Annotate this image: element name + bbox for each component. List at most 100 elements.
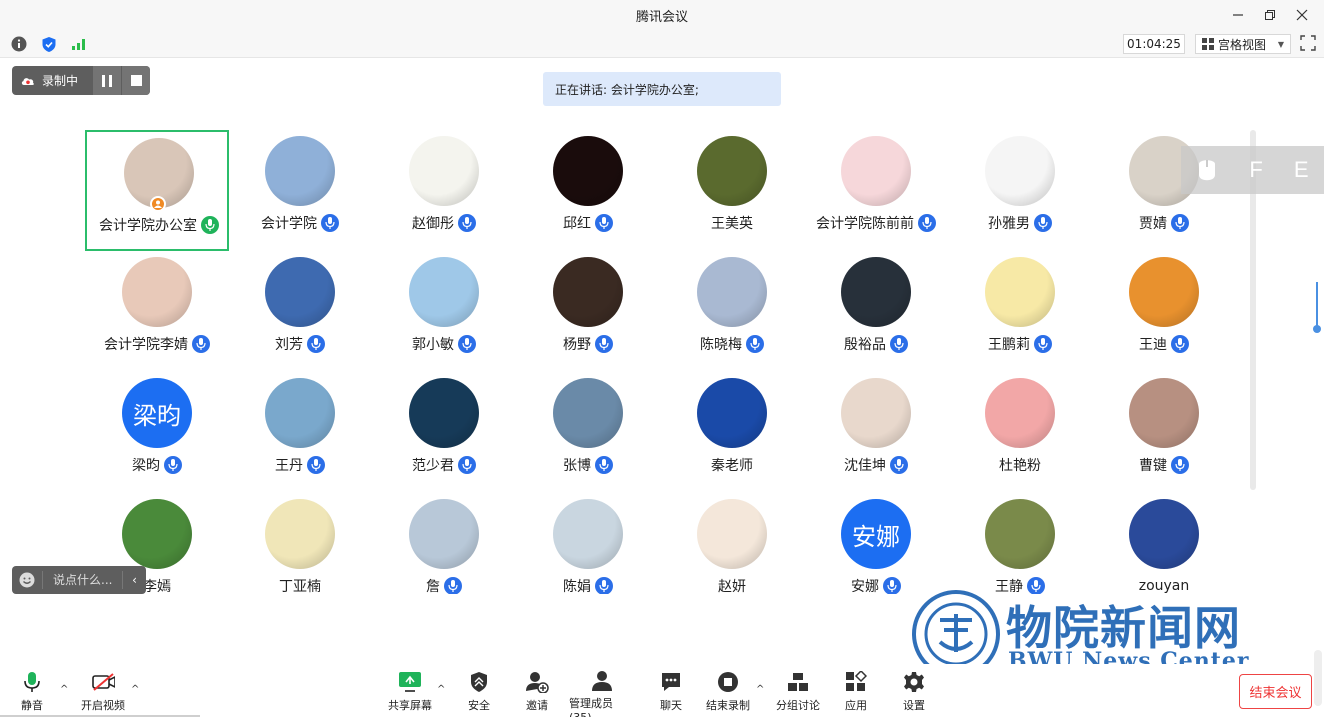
avatar[interactable] xyxy=(1129,499,1199,569)
avatar[interactable] xyxy=(265,136,335,206)
start-video-button[interactable]: 开启视频 xyxy=(78,670,128,716)
settings-button[interactable]: 设置 xyxy=(900,670,928,716)
participant-tile[interactable]: 王静 xyxy=(948,493,1092,594)
participant-tile[interactable]: 梁昀 梁昀 xyxy=(85,372,229,493)
avatar[interactable] xyxy=(122,257,192,327)
avatar[interactable] xyxy=(553,257,623,327)
video-options-caret-icon[interactable]: ^ xyxy=(131,684,139,695)
participant-tile[interactable]: 郭小敏 xyxy=(372,251,516,372)
avatar[interactable] xyxy=(841,378,911,448)
participant-tile[interactable]: 会计学院李婧 xyxy=(85,251,229,372)
chat-bubble-icon xyxy=(662,673,680,691)
participant-tile[interactable]: 詹 xyxy=(372,493,516,594)
volume-slider[interactable] xyxy=(1313,282,1321,334)
avatar[interactable] xyxy=(985,136,1055,206)
invite-button[interactable]: 邀请 xyxy=(522,670,552,716)
avatar[interactable] xyxy=(553,499,623,569)
emoji-icon[interactable] xyxy=(12,572,42,588)
participant-name-row: 陈晓梅 xyxy=(660,333,804,355)
share-screen-button[interactable]: 共享屏幕 xyxy=(386,670,434,716)
avatar[interactable] xyxy=(697,378,767,448)
participant-tile[interactable]: 会计学院陈前前 xyxy=(804,130,948,251)
avatar[interactable] xyxy=(985,499,1055,569)
shield-icon[interactable] xyxy=(40,35,58,53)
avatar[interactable] xyxy=(265,378,335,448)
chat-placeholder[interactable]: 说点什么... xyxy=(42,571,122,589)
participant-tile[interactable]: zouyan xyxy=(1092,493,1235,594)
avatar[interactable] xyxy=(697,136,767,206)
participant-tile[interactable]: 杨野 xyxy=(516,251,660,372)
avatar[interactable] xyxy=(985,378,1055,448)
avatar[interactable] xyxy=(265,257,335,327)
avatar[interactable]: 梁昀 xyxy=(122,378,192,448)
avatar[interactable] xyxy=(409,499,479,569)
avatar[interactable] xyxy=(985,257,1055,327)
view-mode-dropdown[interactable]: 宫格视图 ▼ xyxy=(1195,34,1291,54)
participant-name-row: 刘芳 xyxy=(228,333,372,355)
chat-quick-input[interactable]: 说点什么... ‹ xyxy=(12,566,146,594)
avatar[interactable] xyxy=(409,257,479,327)
participant-tile[interactable]: 张博 xyxy=(516,372,660,493)
avatar[interactable] xyxy=(409,136,479,206)
participant-tile[interactable]: 殷裕品 xyxy=(804,251,948,372)
end-recording-button[interactable]: 结束录制 xyxy=(704,670,752,716)
pause-recording-button[interactable] xyxy=(92,66,121,95)
apps-button[interactable]: 应用 xyxy=(842,670,870,716)
minimize-button[interactable] xyxy=(1222,0,1254,30)
participant-name: 邱红 xyxy=(563,216,591,232)
avatar[interactable] xyxy=(409,378,479,448)
security-button[interactable]: 安全 xyxy=(464,670,494,716)
end-meeting-button[interactable]: 结束会议 xyxy=(1239,674,1312,709)
participant-tile[interactable]: 杜艳粉 xyxy=(948,372,1092,493)
avatar[interactable] xyxy=(553,378,623,448)
chat-button[interactable]: 聊天 xyxy=(656,670,686,716)
avatar[interactable] xyxy=(265,499,335,569)
avatar[interactable] xyxy=(1129,257,1199,327)
participant-tile[interactable]: 安娜 安娜 xyxy=(804,493,948,594)
participant-tile[interactable]: 王迪 xyxy=(1092,251,1235,372)
participant-tile[interactable]: 丁亚楠 xyxy=(228,493,372,594)
participant-name: 梁昀 xyxy=(132,458,160,474)
collapse-chevron-icon[interactable]: ‹ xyxy=(122,571,146,589)
restore-button[interactable] xyxy=(1254,0,1286,30)
avatar[interactable] xyxy=(841,257,911,327)
participant-tile[interactable]: 会计学院 xyxy=(228,130,372,251)
participant-tile[interactable]: 王鹏莉 xyxy=(948,251,1092,372)
participant-tile[interactable]: 沈佳坤 xyxy=(804,372,948,493)
participant-tile[interactable]: 刘芳 xyxy=(228,251,372,372)
participant-name-row: 陈娟 xyxy=(516,575,660,594)
avatar[interactable] xyxy=(841,136,911,206)
mic-status-icon xyxy=(890,456,908,474)
participant-tile[interactable]: 陈娟 xyxy=(516,493,660,594)
fullscreen-icon[interactable] xyxy=(1300,35,1318,53)
participant-tile[interactable]: 会计学院办公室 xyxy=(85,130,229,251)
participant-tile[interactable]: 陈晓梅 xyxy=(660,251,804,372)
mute-options-caret-icon[interactable]: ^ xyxy=(60,684,68,695)
participant-tile[interactable]: 赵御彤 xyxy=(372,130,516,251)
mute-button[interactable]: 静音 xyxy=(14,670,50,716)
participant-name-row: 王鹏莉 xyxy=(948,333,1092,355)
close-button[interactable] xyxy=(1286,0,1318,30)
info-icon[interactable] xyxy=(10,35,28,53)
avatar[interactable] xyxy=(122,499,192,569)
participant-tile[interactable]: 邱红 xyxy=(516,130,660,251)
participant-tile[interactable]: 孙雅男 xyxy=(948,130,1092,251)
mic-status-icon xyxy=(595,456,613,474)
avatar[interactable]: 安娜 xyxy=(841,499,911,569)
participant-tile[interactable]: 赵妍 xyxy=(660,493,804,594)
participant-tile[interactable]: 曹键 xyxy=(1092,372,1235,493)
participant-tile[interactable]: 秦老师 xyxy=(660,372,804,493)
avatar[interactable] xyxy=(553,136,623,206)
avatar[interactable] xyxy=(697,257,767,327)
avatar[interactable] xyxy=(1129,378,1199,448)
signal-icon[interactable] xyxy=(70,35,88,53)
share-options-caret-icon[interactable]: ^ xyxy=(437,684,445,695)
participant-tile[interactable]: 王美英 xyxy=(660,130,804,251)
breakout-rooms-button[interactable]: 分组讨论 xyxy=(775,670,821,716)
stop-recording-button[interactable] xyxy=(121,66,150,95)
record-options-caret-icon[interactable]: ^ xyxy=(756,684,764,695)
manage-members-button[interactable]: 管理成员(35) xyxy=(569,670,635,717)
participant-tile[interactable]: 范少君 xyxy=(372,372,516,493)
avatar[interactable] xyxy=(697,499,767,569)
participant-tile[interactable]: 王丹 xyxy=(228,372,372,493)
